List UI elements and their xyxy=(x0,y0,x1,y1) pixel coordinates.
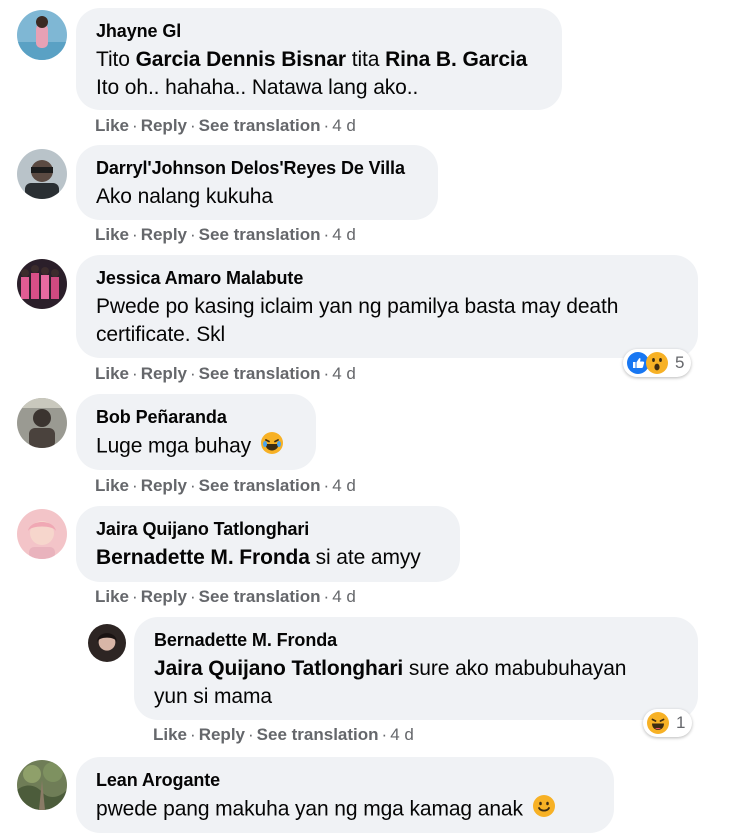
comment-bubble: Jessica Amaro Malabute Pwede po kasing i… xyxy=(76,255,698,358)
like-link[interactable]: Like xyxy=(95,364,129,383)
wow-icon xyxy=(646,352,668,374)
comment-text: Tito Garcia Dennis Bisnar tita Rina B. G… xyxy=(96,48,528,99)
timestamp[interactable]: 4 d xyxy=(332,476,356,495)
see-translation-link[interactable]: See translation xyxy=(199,364,321,383)
avatar[interactable] xyxy=(88,624,126,662)
comment-author[interactable]: Lean Arogante xyxy=(96,769,594,791)
comment-bubble: Jaira Quijano Tatlonghari Bernadette M. … xyxy=(76,506,460,582)
reaction-count: 1 xyxy=(676,713,686,732)
comment-actions: Like · Reply · See translation · 4 d xyxy=(153,725,414,744)
reply-link[interactable]: Reply xyxy=(199,725,245,744)
like-link[interactable]: Like xyxy=(95,587,129,606)
smiling-emoji-icon xyxy=(532,795,555,825)
comment-author[interactable]: Jessica Amaro Malabute xyxy=(96,267,678,289)
timestamp[interactable]: 4 d xyxy=(332,225,356,244)
comment-text: Jaira Quijano Tatlonghari sure ako mabub… xyxy=(154,657,627,708)
see-translation-link[interactable]: See translation xyxy=(199,116,321,135)
comment-actions: Like · Reply · See translation · 4 d xyxy=(95,364,356,383)
like-link[interactable]: Like xyxy=(153,725,187,744)
avatar[interactable] xyxy=(17,149,67,199)
comment-author[interactable]: Bernadette M. Fronda xyxy=(154,629,678,651)
comment-text: Luge mga buhay xyxy=(96,432,296,462)
comment-bubble: Darryl'Johnson Delos'Reyes De Villa Ako … xyxy=(76,145,438,220)
comment-actions: Like · Reply · See translation · 4 d xyxy=(95,116,356,135)
comment-author[interactable]: Jaira Quijano Tatlonghari xyxy=(96,518,440,540)
reply-link[interactable]: Reply xyxy=(141,476,187,495)
mention-link[interactable]: Jaira Quijano Tatlonghari xyxy=(154,657,403,680)
haha-icon xyxy=(647,712,669,734)
comment-author[interactable]: Bob Peñaranda xyxy=(96,406,296,428)
comment-bubble: Jhayne Gl Tito Garcia Dennis Bisnar tita… xyxy=(76,8,562,110)
mention-link[interactable]: Bernadette M. Fronda xyxy=(96,546,310,569)
timestamp[interactable]: 4 d xyxy=(390,725,414,744)
comment-author[interactable]: Darryl'Johnson Delos'Reyes De Villa xyxy=(96,157,418,179)
reaction-count: 5 xyxy=(675,353,685,372)
reply-link[interactable]: Reply xyxy=(141,364,187,383)
reply-link[interactable]: Reply xyxy=(141,225,187,244)
comment-bubble: Bernadette M. Fronda Jaira Quijano Tatlo… xyxy=(134,617,698,720)
timestamp[interactable]: 4 d xyxy=(332,116,356,135)
comment-bubble: Bob Peñaranda Luge mga buhay xyxy=(76,394,316,470)
reactions-summary[interactable]: 1 xyxy=(643,709,693,737)
mention-link[interactable]: Rina B. Garcia xyxy=(385,48,527,71)
see-translation-link[interactable]: See translation xyxy=(199,587,321,606)
see-translation-link[interactable]: See translation xyxy=(257,725,379,744)
avatar[interactable] xyxy=(17,509,67,559)
avatar[interactable] xyxy=(17,398,67,448)
like-link[interactable]: Like xyxy=(95,476,129,495)
avatar[interactable] xyxy=(17,760,67,810)
like-link[interactable]: Like xyxy=(95,116,129,135)
comment-text: Pwede po kasing iclaim yan ng pamilya ba… xyxy=(96,295,619,346)
reactions-summary[interactable]: 5 xyxy=(623,349,692,377)
comment-text: pwede pang makuha yan ng mga kamag anak xyxy=(96,795,594,825)
see-translation-link[interactable]: See translation xyxy=(199,225,321,244)
comment-actions: Like · Reply · See translation · 4 d xyxy=(95,225,356,244)
comment-bubble: Lean Arogante pwede pang makuha yan ng m… xyxy=(76,757,614,833)
see-translation-link[interactable]: See translation xyxy=(199,476,321,495)
reply-link[interactable]: Reply xyxy=(141,587,187,606)
comment-text: Ako nalang kukuha xyxy=(96,185,273,208)
timestamp[interactable]: 4 d xyxy=(332,364,356,383)
avatar[interactable] xyxy=(17,259,67,309)
avatar[interactable] xyxy=(17,10,67,60)
laughing-emoji-icon xyxy=(260,432,283,462)
comment-text: Bernadette M. Fronda si ate amyy xyxy=(96,546,421,569)
reply-link[interactable]: Reply xyxy=(141,116,187,135)
comment-author[interactable]: Jhayne Gl xyxy=(96,20,542,42)
comment-actions: Like · Reply · See translation · 4 d xyxy=(95,476,356,495)
mention-link[interactable]: Garcia Dennis Bisnar xyxy=(136,48,347,71)
comment-actions: Like · Reply · See translation · 4 d xyxy=(95,587,356,606)
like-link[interactable]: Like xyxy=(95,225,129,244)
timestamp[interactable]: 4 d xyxy=(332,587,356,606)
